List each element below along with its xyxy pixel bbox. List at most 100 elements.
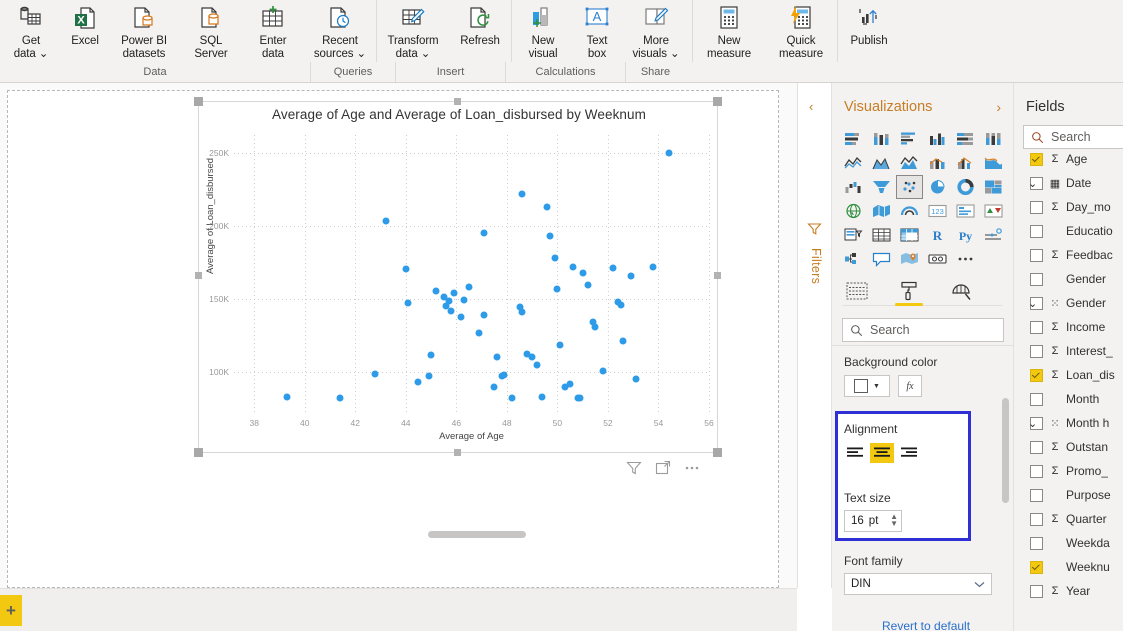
scatter-point[interactable] xyxy=(577,395,584,402)
visual-type-gallery[interactable]: 123RPy xyxy=(840,127,1006,271)
viz-type-stacked-column-chart[interactable] xyxy=(868,127,895,151)
field-checkbox[interactable] xyxy=(1030,561,1043,574)
viz-type-paginated-report[interactable] xyxy=(924,247,951,271)
align-center-button[interactable] xyxy=(870,443,894,463)
viz-type-python-visual[interactable]: Py xyxy=(952,223,979,247)
format-search-input[interactable]: Search xyxy=(842,318,1004,342)
chevron-down-icon[interactable]: ⌄ xyxy=(1028,177,1037,190)
field-checkbox[interactable] xyxy=(1030,249,1043,262)
viz-type-area-chart[interactable] xyxy=(868,151,895,175)
scatter-point[interactable] xyxy=(491,384,498,391)
scatter-point[interactable] xyxy=(433,287,440,294)
scatter-point[interactable] xyxy=(665,150,672,157)
field-item[interactable]: ⌄▦Date xyxy=(1014,171,1123,195)
get-data-button[interactable]: Get data ⌄ xyxy=(0,0,62,62)
field-item[interactable]: ⌄⁙Month h xyxy=(1014,411,1123,435)
scatter-point[interactable] xyxy=(493,354,500,361)
background-color-fx-button[interactable]: fx xyxy=(898,375,922,397)
recent-sources-button[interactable]: Recent sources ⌄ xyxy=(304,0,376,62)
scatter-point[interactable] xyxy=(519,190,526,197)
scatter-point[interactable] xyxy=(551,254,558,261)
scatter-point[interactable] xyxy=(382,218,389,225)
field-checkbox[interactable] xyxy=(1030,465,1043,478)
text-box-button[interactable]: A Text box xyxy=(574,0,620,62)
chevron-down-icon[interactable]: ⌄ xyxy=(1028,297,1037,310)
field-item[interactable]: ΣLoan_dis xyxy=(1014,363,1123,387)
viz-type-slicer[interactable] xyxy=(840,223,867,247)
viz-type-kpi[interactable] xyxy=(980,199,1007,223)
viz-type-card[interactable]: 123 xyxy=(924,199,951,223)
viz-type-scatter-chart[interactable] xyxy=(896,175,923,199)
scatter-point[interactable] xyxy=(534,362,541,369)
viz-type-r-script-visual[interactable]: R xyxy=(924,223,951,247)
add-page-button[interactable]: + xyxy=(0,595,22,626)
field-checkbox[interactable] xyxy=(1030,321,1043,334)
viz-type-get-more-visuals[interactable] xyxy=(952,247,979,271)
text-size-stepper[interactable]: 16 pt ▲▼ xyxy=(844,510,902,532)
resize-handle-mr[interactable] xyxy=(714,272,721,279)
viz-type-line-chart[interactable] xyxy=(840,151,867,175)
viz-type-q-and-a[interactable] xyxy=(868,247,895,271)
field-checkbox[interactable] xyxy=(1030,513,1043,526)
field-checkbox[interactable] xyxy=(1030,225,1043,238)
scatter-point[interactable] xyxy=(284,393,291,400)
viz-type-treemap[interactable] xyxy=(980,175,1007,199)
fields-search-input[interactable]: Search xyxy=(1023,125,1123,149)
page-tab-bar[interactable]: + xyxy=(0,588,797,631)
viz-type-multi-row-card[interactable] xyxy=(952,199,979,223)
visual-frame[interactable]: Average of Age and Average of Loan_disbu… xyxy=(198,101,718,453)
field-checkbox[interactable] xyxy=(1030,273,1043,286)
report-page[interactable]: Average of Age and Average of Loan_disbu… xyxy=(7,90,779,588)
plot-area[interactable]: 100K150K200K250K38404244464850525456 xyxy=(234,135,709,413)
more-visuals-button[interactable]: More visuals ⌄ xyxy=(620,0,692,62)
field-item[interactable]: Weeknu xyxy=(1014,555,1123,579)
tab-format[interactable] xyxy=(894,278,924,304)
scatter-point[interactable] xyxy=(428,352,435,359)
resize-handle-br[interactable] xyxy=(713,448,722,457)
chevron-down-icon[interactable]: ⌄ xyxy=(1028,417,1037,430)
filters-expand-chevron-icon[interactable]: ‹ xyxy=(809,99,813,114)
field-item[interactable]: ΣPromo_ xyxy=(1014,459,1123,483)
enter-data-button[interactable]: Enter data xyxy=(242,0,304,62)
refresh-button[interactable]: Refresh xyxy=(449,0,511,62)
scatter-point[interactable] xyxy=(448,308,455,315)
scatter-point[interactable] xyxy=(650,263,657,270)
viz-type-table[interactable] xyxy=(868,223,895,247)
field-item[interactable]: ΣQuarter xyxy=(1014,507,1123,531)
viz-type-matrix[interactable] xyxy=(896,223,923,247)
field-checkbox[interactable] xyxy=(1030,369,1043,382)
scatter-point[interactable] xyxy=(501,371,508,378)
field-checkbox[interactable] xyxy=(1030,153,1043,166)
tab-analytics[interactable] xyxy=(946,278,976,304)
scatter-point[interactable] xyxy=(481,230,488,237)
field-item[interactable]: ⌄⁙Gender xyxy=(1014,291,1123,315)
viz-type-100-stacked-bar-chart[interactable] xyxy=(952,127,979,151)
revert-to-default-link[interactable]: Revert to default xyxy=(882,619,970,631)
field-checkbox[interactable] xyxy=(1030,489,1043,502)
resize-handle-tl[interactable] xyxy=(194,97,203,106)
field-item[interactable]: ΣIncome xyxy=(1014,315,1123,339)
resize-handle-bl[interactable] xyxy=(194,448,203,457)
scatter-point[interactable] xyxy=(508,395,515,402)
resize-handle-bc[interactable] xyxy=(454,449,461,456)
viz-type-donut-chart[interactable] xyxy=(952,175,979,199)
field-checkbox[interactable] xyxy=(1030,585,1043,598)
scatter-point[interactable] xyxy=(481,311,488,318)
field-item[interactable]: Month xyxy=(1014,387,1123,411)
scatter-point[interactable] xyxy=(569,263,576,270)
viz-type-funnel-chart[interactable] xyxy=(868,175,895,199)
new-visual-button[interactable]: New visual xyxy=(512,0,574,62)
scatter-point[interactable] xyxy=(372,371,379,378)
publish-button[interactable]: Publish xyxy=(838,0,900,62)
field-checkbox[interactable] xyxy=(1030,441,1043,454)
alignment-button-group[interactable] xyxy=(843,443,921,463)
scatter-point[interactable] xyxy=(599,368,606,375)
viz-type-100-stacked-column-chart[interactable] xyxy=(980,127,1007,151)
scatter-point[interactable] xyxy=(415,378,422,385)
field-item[interactable]: ΣYear xyxy=(1014,579,1123,603)
viz-type-stacked-bar-chart[interactable] xyxy=(840,127,867,151)
scatter-point[interactable] xyxy=(544,203,551,210)
scatter-point[interactable] xyxy=(539,393,546,400)
scatter-point[interactable] xyxy=(529,354,536,361)
scatter-point[interactable] xyxy=(445,298,452,305)
